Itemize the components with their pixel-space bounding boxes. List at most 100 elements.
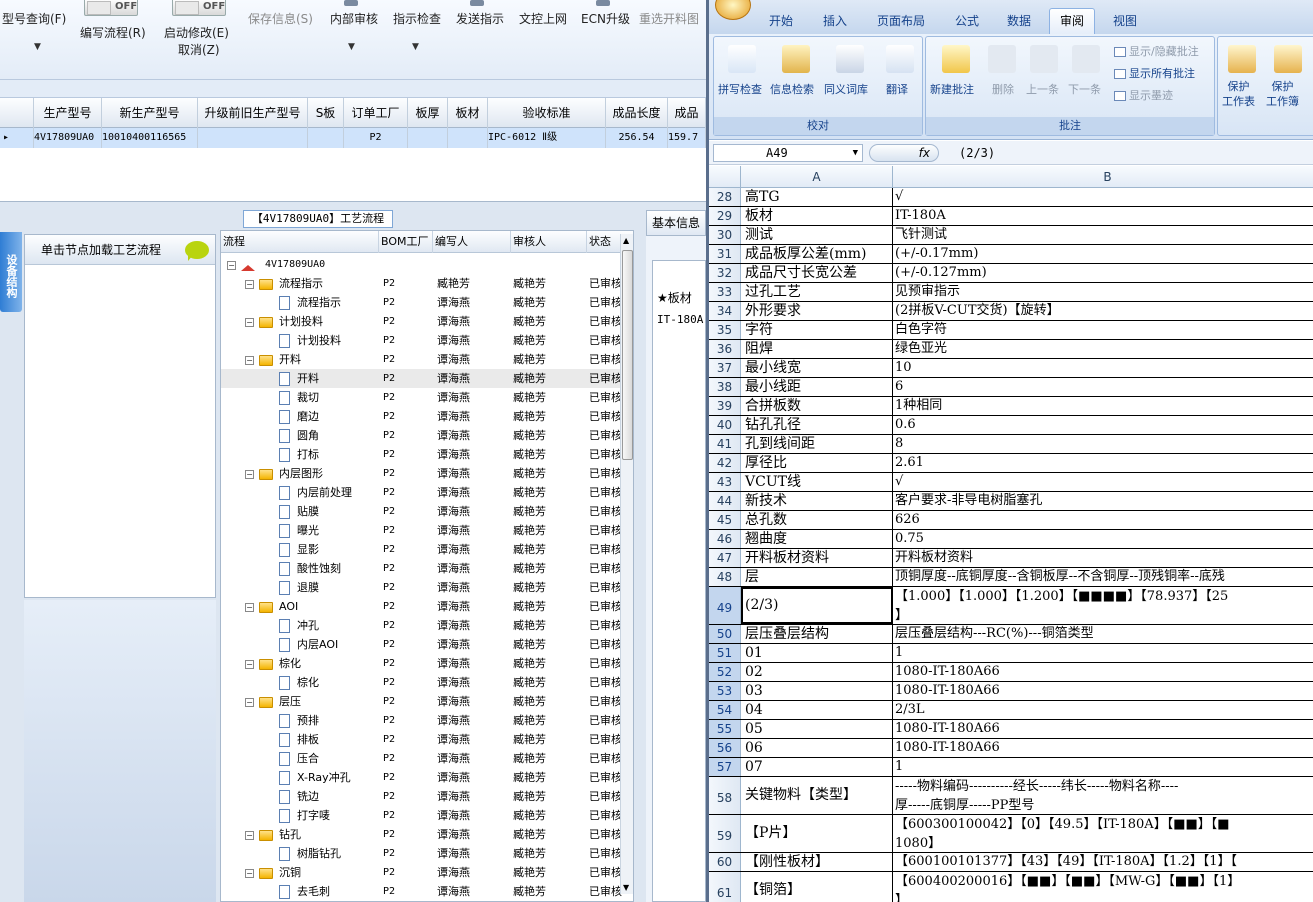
grid-col-header[interactable]: 成品长度	[606, 98, 668, 128]
tab-insert[interactable]: 插入	[823, 12, 847, 29]
select-all-corner[interactable]	[709, 166, 741, 188]
cell-a[interactable]: 板材	[741, 207, 893, 225]
tree-row[interactable]: 开料 P2 谭海燕 臧艳芳 已审核	[221, 369, 623, 388]
tree-row[interactable]: − 开料 P2 谭海燕 臧艳芳 已审核	[221, 350, 623, 369]
tree-row[interactable]: 曝光 P2 谭海燕 臧艳芳 已审核	[221, 521, 623, 540]
cell-b[interactable]: 绿色亚光	[893, 340, 1313, 358]
row-number[interactable]: 40	[709, 416, 741, 434]
grid-col-header[interactable]: 订单工厂	[344, 98, 408, 128]
tree-row[interactable]: 排板 P2 谭海燕 臧艳芳 已审核	[221, 730, 623, 749]
cell-a[interactable]: 02	[741, 663, 893, 681]
tree-row[interactable]: − 沉铜 P2 谭海燕 臧艳芳 已审核	[221, 863, 623, 882]
tree-col-header[interactable]: 流程	[221, 231, 379, 253]
cell-a[interactable]: 【刚性板材】	[741, 853, 893, 871]
collapse-toggle[interactable]: −	[245, 863, 254, 882]
cell-b[interactable]: 飞针测试	[893, 226, 1313, 244]
insert-function-button[interactable]: fx	[869, 144, 939, 162]
chevron-down-icon[interactable]: ▼	[412, 42, 419, 52]
tab-view[interactable]: 视图	[1113, 12, 1137, 29]
row-number[interactable]: 30	[709, 226, 741, 244]
tree-row[interactable]: 计划投料 P2 谭海燕 臧艳芳 已审核	[221, 331, 623, 350]
cell-a[interactable]: 【铜箔】	[741, 872, 893, 902]
cell-a[interactable]: 最小线距	[741, 378, 893, 396]
cell-b[interactable]: 【600100101377】【43】【49】【IT-180A】【1.2】【1】【	[893, 853, 1313, 871]
scroll-thumb[interactable]	[622, 250, 633, 460]
tree-row[interactable]: 冲孔 P2 谭海燕 臧艳芳 已审核	[221, 616, 623, 635]
scroll-down-icon[interactable]: ▼	[623, 883, 629, 892]
row-number[interactable]: 56	[709, 739, 741, 757]
cell-b[interactable]: 【1.000】【1.000】【1.200】【■■■■】【78.937】【25 】	[893, 587, 1313, 624]
save-info-button[interactable]: 保存信息(S)	[248, 10, 313, 27]
tree-row[interactable]: 内层前处理 P2 谭海燕 臧艳芳 已审核	[221, 483, 623, 502]
grid-cell[interactable]: 10010400116565	[102, 128, 198, 148]
grid-cell[interactable]	[198, 128, 308, 148]
grid-cell[interactable]: 159.7	[668, 128, 706, 148]
cell-b[interactable]: -----物料编码----------经长-----纬长-----物料名称---…	[893, 777, 1313, 814]
tree-row[interactable]: 打字唛 P2 谭海燕 臧艳芳 已审核	[221, 806, 623, 825]
row-number[interactable]: 52	[709, 663, 741, 681]
grid-col-header[interactable]: 生产型号	[34, 98, 102, 128]
cell-a[interactable]: 01	[741, 644, 893, 662]
cell-a[interactable]: 04	[741, 701, 893, 719]
row-number[interactable]: 47	[709, 549, 741, 567]
cell-b[interactable]: (2拼板V-CUT交货)【旋转】	[893, 302, 1313, 320]
tree-row[interactable]: 树脂钻孔 P2 谭海燕 臧艳芳 已审核	[221, 844, 623, 863]
row-number[interactable]: 35	[709, 321, 741, 339]
cell-a[interactable]: 03	[741, 682, 893, 700]
cell-b[interactable]: 1080-IT-180A66	[893, 663, 1313, 681]
collapse-toggle[interactable]: −	[245, 464, 254, 483]
tree-row[interactable]: − 计划投料 P2 谭海燕 臧艳芳 已审核	[221, 312, 623, 331]
cell-a[interactable]: 阻焊	[741, 340, 893, 358]
tree-row[interactable]: 去毛刺 P2 谭海燕 臧艳芳 已审核	[221, 882, 623, 901]
tree-row[interactable]: 磨边 P2 谭海燕 臧艳芳 已审核	[221, 407, 623, 426]
grid-cell[interactable]: 256.54	[606, 128, 668, 148]
show-ink-button[interactable]: 显示墨迹	[1114, 87, 1173, 103]
cell-b[interactable]: 【600400200016】【■■】【■■】【MW-G】【■■】【1】】	[893, 872, 1313, 902]
cell-b[interactable]: 见预审指示	[893, 283, 1313, 301]
row-number[interactable]: 48	[709, 568, 741, 586]
cell-a[interactable]: 外形要求	[741, 302, 893, 320]
tab-formulas[interactable]: 公式	[955, 12, 979, 29]
row-number[interactable]: 43	[709, 473, 741, 491]
table-row[interactable]: ▸ 4V17809UA0 10010400116565 P2 IPC-6012 …	[0, 128, 706, 148]
grid-col-header[interactable]: 成品	[668, 98, 706, 128]
grid-cell[interactable]	[408, 128, 448, 148]
upload-button[interactable]: 文控上网	[519, 10, 567, 27]
row-number[interactable]: 57	[709, 758, 741, 776]
row-number[interactable]: 37	[709, 359, 741, 377]
row-number[interactable]: 31	[709, 245, 741, 263]
cell-a[interactable]: 成品尺寸长宽公差	[741, 264, 893, 282]
cell-b[interactable]: 2.61	[893, 454, 1313, 472]
enable-modify-label[interactable]: 启动修改(E)	[164, 24, 229, 41]
column-header-b[interactable]: B	[893, 166, 1313, 188]
chevron-down-icon[interactable]: ▼	[34, 42, 41, 52]
tree-row[interactable]: 铣边 P2 谭海燕 臧艳芳 已审核	[221, 787, 623, 806]
tree-row[interactable]: 棕化 P2 谭海燕 臧艳芳 已审核	[221, 673, 623, 692]
cell-b[interactable]: (+/-0.127mm)	[893, 264, 1313, 282]
protect-sheet-button[interactable]: 保护 工作表	[1222, 79, 1255, 109]
send-instruction-button[interactable]: 发送指示	[456, 10, 504, 27]
name-box[interactable]: A49 ▼	[713, 144, 863, 162]
delete-comment-button[interactable]: 删除	[992, 81, 1014, 97]
collapse-toggle[interactable]: −	[245, 597, 254, 616]
research-button[interactable]: 信息检索	[770, 81, 814, 97]
cell-b[interactable]: 层压叠层结构---RC(%)---铜箔类型	[893, 625, 1313, 643]
cell-a[interactable]: 06	[741, 739, 893, 757]
scroll-up-icon[interactable]: ▲	[623, 236, 629, 245]
cell-b[interactable]: 1	[893, 758, 1313, 776]
row-number[interactable]: 36	[709, 340, 741, 358]
tree-row[interactable]: 退膜 P2 谭海燕 臧艳芳 已审核	[221, 578, 623, 597]
row-number[interactable]: 55	[709, 720, 741, 738]
cell-a[interactable]: 厚径比	[741, 454, 893, 472]
cell-b[interactable]: 0.75	[893, 530, 1313, 548]
grid-col-header[interactable]: S板	[308, 98, 344, 128]
cell-a[interactable]: 翘曲度	[741, 530, 893, 548]
row-number[interactable]: 28	[709, 188, 741, 206]
show-hide-comment-button[interactable]: 显示/隐藏批注	[1114, 43, 1199, 59]
reselect-cutting-button[interactable]: 重选开料图	[639, 10, 699, 27]
cell-a[interactable]: 成品板厚公差(mm)	[741, 245, 893, 263]
cell-a[interactable]: 合拼板数	[741, 397, 893, 415]
tree-col-header[interactable]: 审核人	[511, 231, 587, 253]
cell-b[interactable]: 0.6	[893, 416, 1313, 434]
row-number[interactable]: 41	[709, 435, 741, 453]
